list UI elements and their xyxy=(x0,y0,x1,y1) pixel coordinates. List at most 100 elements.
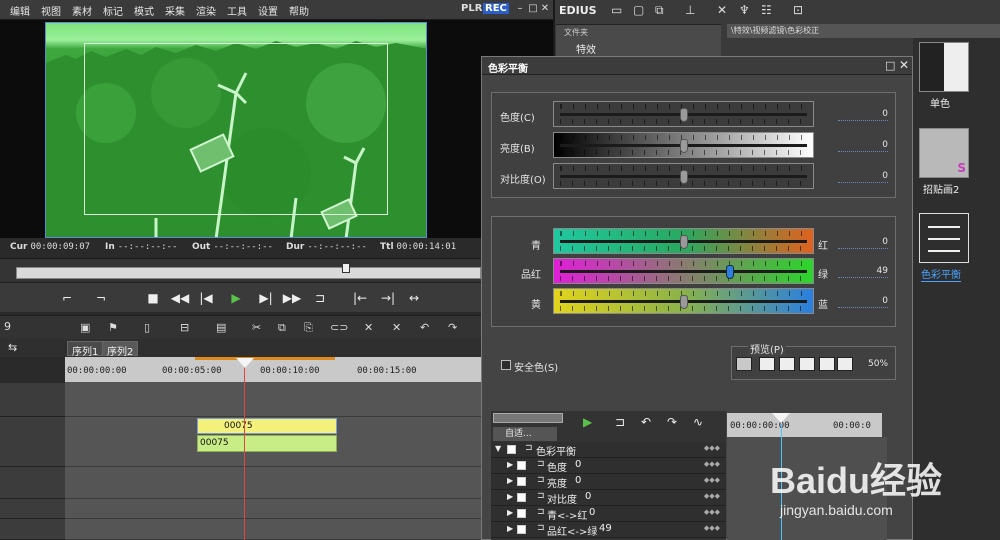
tree-row-contrast[interactable]: ▶ ⊐ 对比度 0 ◆◆◆ xyxy=(491,490,726,506)
contrast-knob[interactable] xyxy=(679,170,688,184)
cyan-red-knob[interactable] xyxy=(679,235,688,249)
open-file-icon[interactable]: ▢ xyxy=(633,3,644,17)
rec-mode-button[interactable]: REC xyxy=(483,3,509,14)
marker-icon[interactable]: ⚑ xyxy=(108,321,118,334)
copy-icon[interactable]: ⧉ xyxy=(278,321,286,335)
step-back-icon[interactable]: |◀ xyxy=(198,289,214,307)
split-icon[interactable]: ↔ xyxy=(404,289,424,307)
audio-clip[interactable]: 00075 xyxy=(197,435,337,452)
chroma-value[interactable]: 0 xyxy=(838,109,888,121)
redo-icon[interactable]: ↷ xyxy=(448,321,457,334)
cut-icon[interactable]: ✂ xyxy=(252,321,261,334)
track-header-a2[interactable] xyxy=(0,519,65,540)
menu-view[interactable]: 视图 xyxy=(41,3,61,18)
delete-effect-icon[interactable]: ✕ xyxy=(717,3,727,17)
preview-split-top-icon[interactable] xyxy=(819,357,835,371)
magenta-green-slider[interactable] xyxy=(553,258,814,284)
tree-row-brightness[interactable]: ▶ ⊐ 亮度 0 ◆◆◆ xyxy=(491,474,726,490)
safe-color-checkbox[interactable] xyxy=(501,360,511,370)
keyframe-ruler[interactable]: 00:00:00:00 00:00:0 xyxy=(727,413,882,437)
bin-folder-effects[interactable]: 特效 xyxy=(576,41,596,56)
tree-row-chroma[interactable]: ▶ ⊐ 色度 0 ◆◆◆ xyxy=(491,458,726,474)
sliders-icon[interactable] xyxy=(919,213,969,263)
preview-split-bottom-icon[interactable] xyxy=(837,357,853,371)
ripple-delete-icon[interactable]: ✕ xyxy=(392,321,401,334)
fast-forward-icon[interactable]: ▶▶ xyxy=(282,289,302,307)
timeline-playhead[interactable] xyxy=(236,358,254,368)
track-v1[interactable] xyxy=(65,383,553,417)
tab-sequence-2[interactable]: 序列2 xyxy=(102,341,139,358)
menu-help[interactable]: 帮助 xyxy=(289,3,309,18)
contrast-value[interactable]: 0 xyxy=(838,171,888,183)
menu-settings[interactable]: 设置 xyxy=(258,3,278,18)
stop-icon[interactable]: ■ xyxy=(146,289,160,307)
preview-split-left-icon[interactable] xyxy=(779,357,795,371)
preview-split-right-icon[interactable] xyxy=(799,357,815,371)
paste-icon[interactable]: ⎘ xyxy=(304,321,313,335)
close-icon[interactable]: ✕ xyxy=(540,4,550,14)
close-icon[interactable]: ✕ xyxy=(899,58,909,72)
keyframe-loop-icon[interactable]: ⊐ xyxy=(615,415,625,429)
set-in-icon[interactable]: ⌐ xyxy=(60,289,74,307)
overwrite-icon[interactable]: →| xyxy=(378,289,398,307)
preview-pin-icon[interactable] xyxy=(736,357,752,371)
track-a2[interactable] xyxy=(65,519,553,540)
track-header-va[interactable] xyxy=(0,417,65,467)
maximize-icon[interactable]: □ xyxy=(528,4,538,14)
delete-icon[interactable]: ✕ xyxy=(364,321,373,334)
step-forward-icon[interactable]: ▶| xyxy=(258,289,274,307)
yellow-blue-slider[interactable] xyxy=(553,288,814,314)
chroma-slider[interactable] xyxy=(553,101,814,127)
tree-row-magenta-green[interactable]: ▶ ⊐ 品红<->绿 49 ◆◆◆ xyxy=(491,522,726,538)
scrub-handle[interactable] xyxy=(342,263,350,273)
lock-icon[interactable]: ⊡ xyxy=(793,3,803,17)
menu-edit[interactable]: 编辑 xyxy=(10,3,30,18)
track-title[interactable] xyxy=(65,467,553,499)
keyframe-next-icon[interactable]: ↷ xyxy=(667,415,677,429)
tree-row-cyan-red[interactable]: ▶ ⊐ 青<->红 0 ◆◆◆ xyxy=(491,506,726,522)
camera-icon[interactable]: ▣ xyxy=(80,321,90,334)
preview-full-icon[interactable] xyxy=(759,357,775,371)
transition-icon[interactable]: ⊥ xyxy=(685,3,695,17)
restore-icon[interactable]: □ xyxy=(885,59,895,72)
rewind-icon[interactable]: ◀◀ xyxy=(170,289,190,307)
menu-render[interactable]: 渲染 xyxy=(196,3,216,18)
sync-icon[interactable]: ⇆ xyxy=(8,341,17,354)
bin-tools-icon[interactable]: ⧉ xyxy=(655,3,664,18)
menu-capture[interactable]: 采集 xyxy=(165,3,185,18)
tab-sequence-1[interactable]: 序列1 xyxy=(67,341,104,358)
new-sequence-icon[interactable]: ▯ xyxy=(144,321,150,334)
layout-icon[interactable]: ☷ xyxy=(761,3,772,17)
track-header-v1[interactable] xyxy=(0,383,65,417)
save-icon[interactable]: ▤ xyxy=(216,321,226,334)
cyan-red-value[interactable]: 0 xyxy=(838,237,888,249)
magenta-green-value[interactable]: 49 xyxy=(838,266,888,278)
track-header-title[interactable] xyxy=(0,467,65,499)
timeline-ruler[interactable]: 00:00:00:00 00:00:05:00 00:00:10:00 00:0… xyxy=(65,357,553,383)
track-a1[interactable] xyxy=(65,499,553,519)
scrub-track[interactable] xyxy=(16,267,481,279)
keyframe-playhead[interactable] xyxy=(772,413,790,423)
menu-tools[interactable]: 工具 xyxy=(227,3,247,18)
tree-row-color-balance[interactable]: ▼ ⊐ 色彩平衡 ◆◆◆ xyxy=(491,442,726,458)
loop-icon[interactable]: ⊐ xyxy=(310,289,330,307)
magenta-green-knob[interactable] xyxy=(726,265,735,279)
keyframe-graph-icon[interactable]: ∿ xyxy=(693,415,703,429)
fx-icon[interactable]: ♆ xyxy=(739,3,750,17)
undo-icon[interactable]: ↶ xyxy=(420,321,429,334)
chroma-knob[interactable] xyxy=(679,108,688,122)
menu-clip[interactable]: 素材 xyxy=(72,3,92,18)
mode-select[interactable]: 自适... xyxy=(493,427,557,441)
monochrome-icon[interactable] xyxy=(919,42,969,92)
minimize-icon[interactable]: – xyxy=(515,4,525,14)
plr-mode-button[interactable]: PLR xyxy=(461,3,482,14)
play-icon[interactable]: ▶ xyxy=(228,289,244,307)
menu-marker[interactable]: 标记 xyxy=(103,3,123,18)
menu-mode[interactable]: 模式 xyxy=(134,3,154,18)
brightness-slider[interactable] xyxy=(553,132,814,158)
keyframe-play-icon[interactable]: ▶ xyxy=(583,415,592,429)
brightness-value[interactable]: 0 xyxy=(838,140,888,152)
brush-icon[interactable]: S xyxy=(919,128,969,178)
set-out-icon[interactable]: ¬ xyxy=(94,289,108,307)
video-clip[interactable]: 00075 xyxy=(197,418,337,434)
